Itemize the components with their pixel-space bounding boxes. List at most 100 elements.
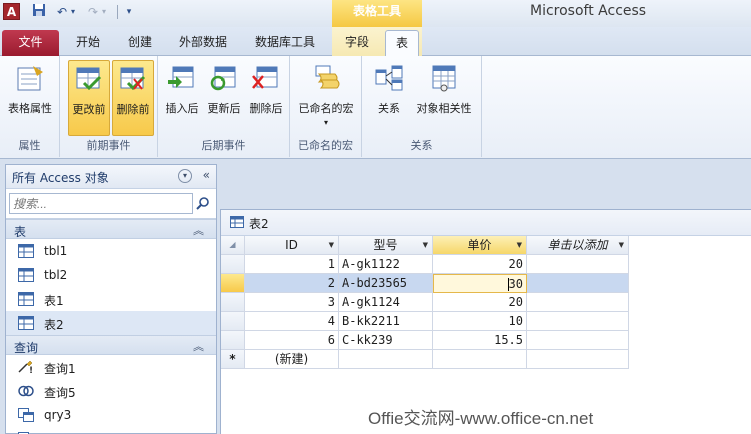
object-dependencies-button[interactable]: 对象相关性	[412, 60, 476, 136]
cell-id[interactable]: 3	[245, 293, 339, 312]
tab-file[interactable]: 文件	[2, 30, 59, 56]
column-dropdown-icon[interactable]: ▼	[619, 236, 624, 254]
nav-search	[6, 189, 216, 219]
cell-model[interactable]: B-kk2211	[339, 312, 433, 331]
named-macro-button[interactable]: 已命名的宏 ▾	[296, 60, 356, 132]
cell-add[interactable]	[527, 350, 629, 369]
nav-item-table-selected[interactable]: 表2	[6, 311, 216, 335]
new-record-marker[interactable]: *	[221, 350, 245, 369]
table-properties-label: 表格属性	[8, 102, 52, 115]
nav-item-table[interactable]: tbl1	[6, 239, 216, 263]
nav-item-label: qry3	[44, 408, 72, 422]
nav-collapse-icon[interactable]: «	[203, 168, 210, 182]
nav-item-query[interactable]: qry3	[6, 403, 216, 427]
undo-dropdown-icon[interactable]: ▾	[68, 3, 78, 21]
object-dependencies-icon	[432, 65, 456, 92]
column-header-label: 单价	[467, 238, 492, 252]
update-query-icon: !	[18, 360, 33, 374]
column-dropdown-icon[interactable]: ▼	[329, 236, 334, 254]
cell-price[interactable]: 20	[433, 293, 527, 312]
record-selector[interactable]	[221, 255, 245, 274]
cell-model[interactable]: A-bd23565	[339, 274, 433, 293]
title-bar: A ↶ ▾ ↷ ▾ ▾ 表格工具 Microsoft Access	[0, 0, 751, 27]
nav-item-table[interactable]: 表1	[6, 287, 216, 311]
cell-add[interactable]	[527, 274, 629, 293]
tab-fields[interactable]: 字段	[338, 30, 376, 56]
table-icon	[18, 316, 34, 330]
column-dropdown-icon[interactable]: ▼	[517, 236, 522, 254]
record-selector[interactable]	[221, 312, 245, 331]
select-query-icon	[18, 408, 34, 422]
relationships-button[interactable]: 关系	[368, 60, 410, 136]
nav-category-tables[interactable]: 表 ︽	[6, 219, 216, 239]
column-header-model[interactable]: 型号 ▼	[339, 236, 433, 255]
cell-model[interactable]: A-gk1122	[339, 255, 433, 274]
group-relationships: 关系 对象相关性 关系	[362, 56, 482, 157]
svg-text:!: !	[29, 366, 33, 374]
record-selector[interactable]	[221, 331, 245, 350]
tab-home[interactable]: 开始	[68, 30, 108, 56]
redo-dropdown-icon[interactable]: ▾	[99, 3, 109, 21]
cell-id[interactable]: 2	[245, 274, 339, 293]
cell-add[interactable]	[527, 312, 629, 331]
cell-price-editing[interactable]: 30	[433, 274, 527, 293]
access-app-icon[interactable]: A	[3, 3, 20, 20]
record-selector-current[interactable]	[221, 274, 245, 293]
cell-add[interactable]	[527, 255, 629, 274]
table-icon	[230, 216, 244, 228]
new-record-label[interactable]: (新建)	[245, 350, 339, 369]
group-after-events: 插入后 更新后 删除后 后期事件	[158, 56, 290, 157]
after-delete-label: 删除后	[249, 102, 283, 115]
save-icon[interactable]	[30, 3, 48, 21]
cell-price[interactable]: 15.5	[433, 331, 527, 350]
chevron-up-icon: ︽	[193, 340, 204, 353]
select-all-corner[interactable]: ◢	[221, 236, 245, 255]
nav-item-query[interactable]: 查询5	[6, 379, 216, 403]
column-dropdown-icon[interactable]: ▼	[423, 236, 428, 254]
after-update-button[interactable]: 更新后	[203, 60, 245, 136]
cell-id[interactable]: 4	[245, 312, 339, 331]
column-header-click-to-add[interactable]: 单击以添加 ▼	[527, 236, 629, 255]
before-delete-button[interactable]: 删除前	[112, 60, 154, 136]
cell-model[interactable]: A-gk1124	[339, 293, 433, 312]
nav-item-label: 表1	[44, 294, 64, 308]
nav-menu-dropdown-icon[interactable]: ▾	[178, 169, 192, 183]
after-delete-button[interactable]: 删除后	[245, 60, 287, 136]
cell-model[interactable]	[339, 350, 433, 369]
customize-qat-icon[interactable]: ▾	[120, 3, 138, 21]
cell-add[interactable]	[527, 293, 629, 312]
nav-search-input[interactable]	[9, 193, 193, 214]
tab-create[interactable]: 创建	[120, 30, 160, 56]
contextual-tab-title: 表格工具	[332, 0, 422, 27]
tab-table[interactable]: 表	[385, 30, 419, 57]
nav-item-table[interactable]: tbl2	[6, 263, 216, 287]
document-tab[interactable]: 表2	[221, 210, 751, 236]
cell-model[interactable]: C-kk239	[339, 331, 433, 350]
nav-category-queries[interactable]: 查询 ︽	[6, 335, 216, 355]
nav-item-query[interactable]: ! 查询1	[6, 355, 216, 379]
table-properties-button[interactable]: 表格属性	[6, 60, 54, 136]
cell-price[interactable]: 20	[433, 255, 527, 274]
cell-price[interactable]	[433, 350, 527, 369]
union-query-icon	[18, 385, 34, 397]
tab-external-data[interactable]: 外部数据	[173, 30, 233, 56]
record-selector[interactable]	[221, 293, 245, 312]
nav-item-query[interactable]: qry4	[6, 427, 216, 434]
cell-price-value: 30	[508, 277, 523, 291]
nav-title[interactable]: 所有 Access 对象	[12, 169, 109, 186]
before-change-button[interactable]: 更改前	[68, 60, 110, 136]
column-header-price[interactable]: 单价 ▼	[433, 236, 527, 255]
cell-add[interactable]	[527, 331, 629, 350]
table-properties-icon	[17, 66, 43, 91]
tab-database-tools[interactable]: 数据库工具	[247, 30, 323, 56]
cell-price[interactable]: 10	[433, 312, 527, 331]
cell-id[interactable]: 6	[245, 331, 339, 350]
after-insert-label: 插入后	[165, 102, 199, 115]
nav-item-label: tbl1	[44, 244, 68, 258]
cell-id[interactable]: 1	[245, 255, 339, 274]
after-insert-button[interactable]: 插入后	[161, 60, 203, 136]
relationships-label: 关系	[378, 102, 400, 115]
group-named-macros: 已命名的宏 ▾ 已命名的宏	[290, 56, 362, 157]
search-icon[interactable]	[196, 196, 210, 210]
column-header-id[interactable]: ID ▼	[245, 236, 339, 255]
